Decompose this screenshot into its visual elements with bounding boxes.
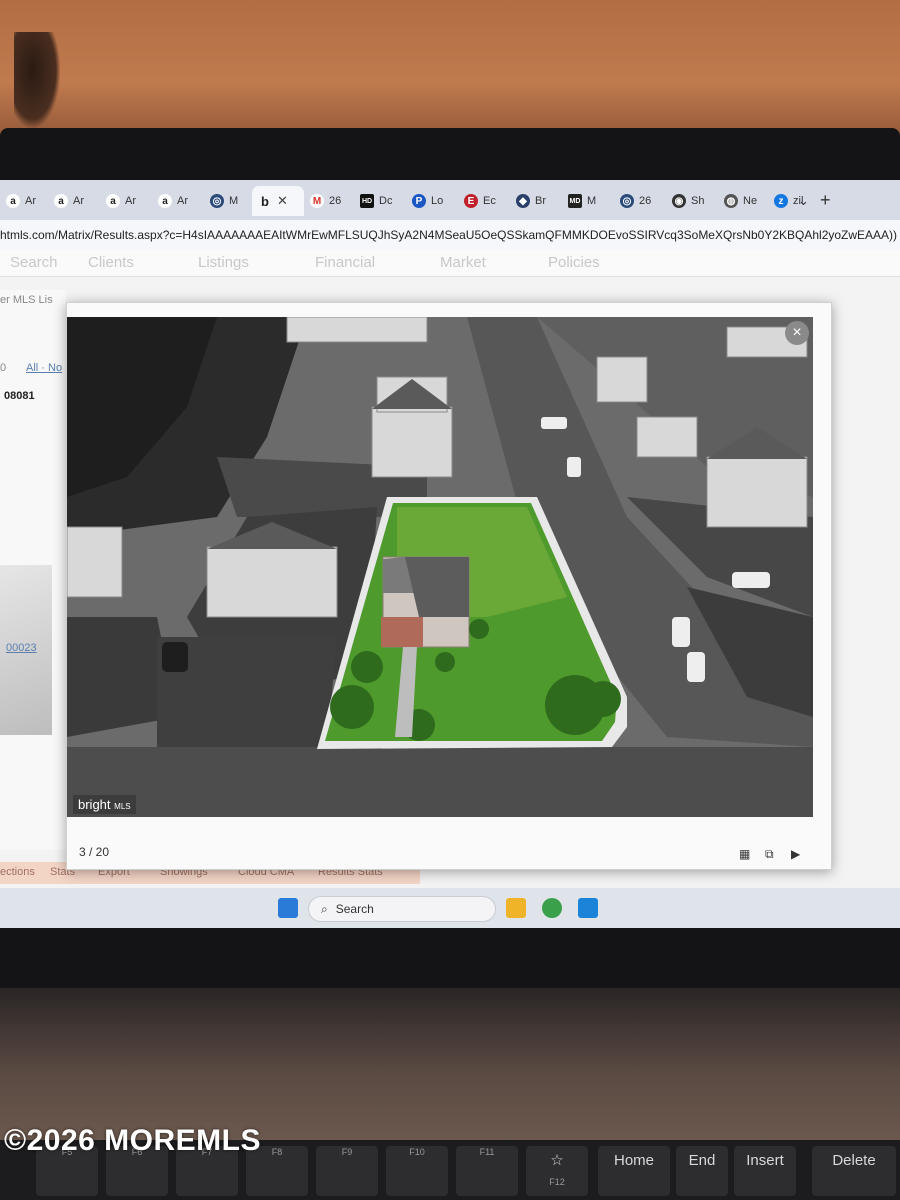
- tab-gmail[interactable]: M 26: [304, 186, 354, 216]
- grid-view-icon[interactable]: ▦: [739, 847, 750, 861]
- key-f9[interactable]: F9: [316, 1146, 378, 1196]
- e-icon: E: [464, 194, 478, 208]
- globe-icon: ◉: [672, 194, 686, 208]
- tab-label: Dc: [379, 195, 393, 207]
- chrome-icon[interactable]: [542, 898, 562, 918]
- laptop-screen: a Ar a Ar a Ar a Ar ◎ M b ✕ M 26 HD Dc P…: [0, 180, 900, 928]
- tab-label: Br: [535, 195, 546, 207]
- aerial-photo-drawing: [67, 317, 813, 817]
- nav-clients[interactable]: Clients: [88, 254, 134, 271]
- key-end[interactable]: End: [676, 1146, 728, 1196]
- listing-id-link[interactable]: 00023: [6, 642, 37, 654]
- mls-listing-label: er MLS Lis: [0, 294, 53, 306]
- tab-amazon-1[interactable]: a Ar: [0, 186, 48, 216]
- tab-label: Sh: [691, 195, 705, 207]
- tab-e[interactable]: E Ec: [458, 186, 510, 216]
- chrome-icon: ◍: [724, 194, 738, 208]
- select-all-link[interactable]: All · No: [26, 362, 62, 374]
- compass-icon: ◎: [210, 194, 224, 208]
- bright-mls-logo: bright MLS: [73, 795, 136, 814]
- nav-financial[interactable]: Financial: [315, 254, 375, 271]
- tab-md[interactable]: MD M: [562, 186, 614, 216]
- windows-start-icon[interactable]: [278, 898, 298, 918]
- bright-icon: b: [261, 193, 269, 209]
- tab-p[interactable]: P Lo: [406, 186, 458, 216]
- key-f11[interactable]: F11: [456, 1146, 518, 1196]
- tab-amazon-2[interactable]: a Ar: [48, 186, 100, 216]
- tab-label: Ar: [25, 195, 36, 207]
- tab-label: M: [587, 195, 597, 207]
- brand-text: bright: [78, 797, 111, 812]
- moremls-watermark: ©2026 MOREMLS: [4, 1124, 262, 1157]
- key-f12[interactable]: ☆ F12: [526, 1146, 588, 1196]
- zip-code: 08081: [4, 390, 35, 402]
- nav-market[interactable]: Market: [440, 254, 486, 271]
- tab-globe[interactable]: ◉ Sh: [666, 186, 718, 216]
- p-icon: P: [412, 194, 426, 208]
- key-home[interactable]: Home: [598, 1146, 670, 1196]
- tab-label: Ne: [743, 195, 758, 207]
- tab-label: Ar: [125, 195, 136, 207]
- tab-compass-1[interactable]: ◎ M: [204, 186, 252, 216]
- tab-shield[interactable]: ◆ Br: [510, 186, 562, 216]
- results-sidebar: er MLS Lis 0 All · No 08081 00023: [0, 290, 66, 850]
- photo-viewer-modal: × bright MLS 3 / 20 ▦ ⧉ ▶: [66, 302, 832, 870]
- tab-label: 26: [329, 195, 342, 207]
- aerial-property-photo[interactable]: × bright MLS: [67, 317, 813, 817]
- close-modal-button[interactable]: ×: [785, 321, 809, 345]
- popout-icon[interactable]: ⧉: [765, 847, 774, 862]
- key-insert[interactable]: Insert: [734, 1146, 796, 1196]
- tab-hd[interactable]: HD Dc: [354, 186, 406, 216]
- windows-taskbar: ⌕ Search: [0, 888, 900, 928]
- amazon-icon: a: [6, 194, 20, 208]
- address-bar[interactable]: htmls.com/Matrix/Results.aspx?c=H4sIAAAA…: [0, 220, 900, 250]
- tab-label: Lo: [431, 195, 444, 207]
- amazon-icon: a: [158, 194, 172, 208]
- tab-label: Ar: [73, 195, 84, 207]
- tab-amazon-3[interactable]: a Ar: [100, 186, 152, 216]
- shield-icon: ◆: [516, 194, 530, 208]
- tab-amazon-4[interactable]: a Ar: [152, 186, 204, 216]
- browser-tab-bar: a Ar a Ar a Ar a Ar ◎ M b ✕ M 26 HD Dc P…: [0, 180, 900, 220]
- new-tab-button[interactable]: +: [820, 190, 831, 211]
- key-delete[interactable]: Delete: [812, 1146, 896, 1196]
- taskbar-search-box[interactable]: ⌕ Search: [308, 896, 496, 922]
- key-f10[interactable]: F10: [386, 1146, 448, 1196]
- action-selections[interactable]: ections: [0, 866, 35, 878]
- tab-chrome[interactable]: ◍ Ne: [718, 186, 768, 216]
- zillow-icon: z: [774, 194, 788, 208]
- file-explorer-icon[interactable]: [506, 898, 526, 918]
- tab-bright-active[interactable]: b ✕: [252, 186, 304, 216]
- tab-close-icon[interactable]: ✕: [277, 193, 288, 209]
- result-count: 0: [0, 362, 7, 374]
- gmail-icon: M: [310, 194, 324, 208]
- search-icon: ⌕: [321, 901, 328, 916]
- nav-listings[interactable]: Listings: [198, 254, 249, 271]
- compass-icon: ◎: [620, 194, 634, 208]
- site-nav: Search Clients Listings Financial Market…: [0, 250, 900, 277]
- tab-compass-2[interactable]: ◎ 26: [614, 186, 666, 216]
- tab-list-chevron-icon[interactable]: ⌄: [798, 193, 809, 209]
- amazon-icon: a: [54, 194, 68, 208]
- md-icon: MD: [568, 194, 582, 208]
- photos-icon[interactable]: [578, 898, 598, 918]
- tab-label: M: [229, 195, 239, 207]
- hd-icon: HD: [360, 194, 374, 208]
- nav-policies[interactable]: Policies: [548, 254, 600, 271]
- wall-lamp: [14, 32, 60, 128]
- photo-counter: 3 / 20: [79, 845, 110, 859]
- next-photo-icon[interactable]: ▶: [791, 847, 800, 861]
- amazon-icon: a: [106, 194, 120, 208]
- nav-search[interactable]: Search: [10, 254, 58, 271]
- tab-label: Ar: [177, 195, 188, 207]
- search-placeholder: Search: [335, 902, 374, 916]
- brand-sub-text: MLS: [114, 802, 131, 811]
- tab-label: 26: [639, 195, 652, 207]
- tab-label: Ec: [483, 195, 496, 207]
